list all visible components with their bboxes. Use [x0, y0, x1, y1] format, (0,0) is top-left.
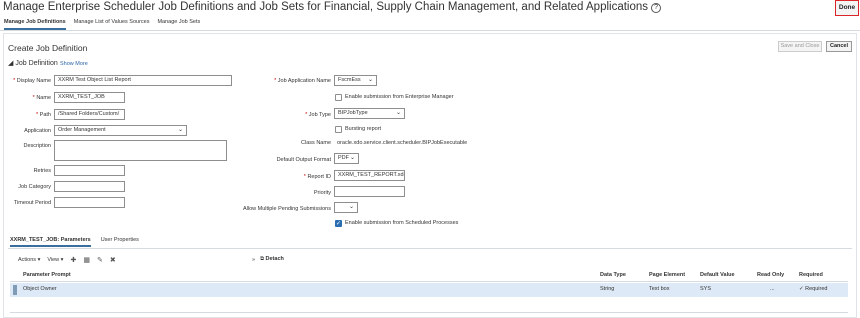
tab-parameters[interactable]: XXRM_TEST_JOB: Parameters — [10, 237, 91, 247]
priority-label: Priority — [313, 190, 331, 196]
allow-multiple-label: Allow Multiple Pending Submissions — [242, 206, 331, 212]
path-input[interactable]: /Shared Folders/Custom/ — [54, 109, 125, 120]
cell-default-value: SYS — [700, 286, 712, 292]
cell-read-only: ... — [770, 286, 775, 292]
application-label: Application — [24, 128, 51, 134]
col-required[interactable]: Required — [799, 269, 823, 282]
add-icon[interactable]: ✚ — [70, 256, 76, 264]
class-name-label: Class Name — [301, 140, 331, 146]
timeout-period-label: Timeout Period — [13, 200, 51, 206]
chevron-down-icon: ⌄ — [395, 110, 401, 116]
detach-button[interactable]: ⧉ Detach — [260, 256, 284, 263]
retries-input[interactable] — [54, 165, 125, 176]
col-parameter-prompt[interactable]: Parameter Prompt — [23, 269, 71, 282]
cell-required: ✓ Required — [799, 286, 828, 292]
allow-multiple-select[interactable]: ⌄ — [334, 202, 358, 213]
bursting-label: Bursting report — [345, 126, 382, 132]
edit-icon[interactable]: ✎ — [97, 256, 103, 264]
delete-icon[interactable]: ✖ — [110, 256, 116, 264]
cancel-button[interactable]: Cancel — [826, 41, 852, 52]
display-name-label: * Display Name — [13, 78, 51, 84]
view-menu[interactable]: View ▾ — [47, 257, 63, 263]
grid-bottom-divider — [10, 312, 848, 313]
grid-header: Parameter Prompt Data Type Page Element … — [10, 269, 848, 282]
detach-label: Detach — [265, 256, 284, 262]
report-id-label: * Report ID — [303, 174, 331, 180]
top-tabs: Manage Job Definitions Manage List of Va… — [4, 19, 200, 30]
cell-prompt: Object Owner — [23, 286, 57, 292]
tab-divider — [0, 30, 860, 31]
chevron-down-icon: ⌄ — [348, 204, 354, 210]
tab-manage-lov-sources[interactable]: Manage List of Values Sources — [74, 19, 150, 30]
tab-user-properties[interactable]: User Properties — [101, 237, 139, 247]
class-name-value: oracle.xdo.service.client.scheduler.BIPJ… — [337, 140, 468, 146]
name-label: * Name — [32, 95, 51, 101]
col-data-type[interactable]: Data Type — [600, 269, 626, 282]
priority-input[interactable] — [334, 186, 405, 197]
application-value: Order Management — [58, 127, 106, 133]
expand-icon[interactable]: » — [252, 257, 255, 263]
done-button[interactable]: Done — [835, 0, 859, 16]
job-type-select[interactable]: BIPJobType ⌄ — [334, 108, 405, 119]
tab-manage-job-sets[interactable]: Manage Job Sets — [157, 19, 200, 30]
detach-area: » ⧉ Detach — [252, 256, 284, 263]
job-application-name-select[interactable]: FscmEss ⌄ — [334, 75, 377, 86]
display-name-input[interactable]: XXRM Test Object List Report — [54, 75, 232, 86]
save-and-close-button[interactable]: Save and Close — [778, 41, 822, 52]
default-output-format-value: PDF — [338, 155, 349, 161]
help-icon[interactable]: ? — [651, 3, 662, 13]
timeout-period-input[interactable] — [54, 197, 125, 208]
enable-em-checkbox[interactable] — [335, 94, 342, 101]
lower-tab-divider — [8, 248, 852, 249]
application-select[interactable]: Order Management ⌄ — [54, 125, 187, 136]
detach-icon: ⧉ — [260, 256, 264, 262]
default-output-format-label: Default Output Format — [276, 157, 331, 163]
job-category-label: Job Category — [18, 184, 51, 190]
enable-scheduled-label: Enable submission from Scheduled Process… — [345, 220, 459, 226]
enable-scheduled-checkbox[interactable]: ✓ — [335, 220, 342, 227]
tab-manage-job-definitions[interactable]: Manage Job Definitions — [4, 19, 66, 30]
table-row[interactable]: Object Owner String Text box SYS ... ✓ R… — [10, 283, 848, 297]
page-title-text: Manage Enterprise Scheduler Job Definiti… — [3, 1, 649, 13]
description-textarea[interactable] — [54, 140, 227, 161]
retries-label: Retries — [33, 168, 51, 174]
bursting-checkbox[interactable] — [335, 126, 342, 133]
path-label: * Path — [36, 112, 51, 118]
actions-menu[interactable]: Actions ▾ — [18, 257, 40, 263]
job-type-value: BIPJobType — [338, 110, 368, 116]
chevron-down-icon: ⌄ — [367, 77, 373, 83]
row-selector[interactable] — [13, 285, 17, 295]
col-default-value[interactable]: Default Value — [700, 269, 735, 282]
job-category-input[interactable] — [54, 181, 125, 192]
create-title: Create Job Definition — [8, 43, 88, 53]
collapse-icon[interactable]: ◢ — [8, 60, 13, 67]
chevron-down-icon: ⌄ — [349, 155, 355, 161]
job-application-name-label: * Job Application Name — [274, 78, 331, 84]
default-output-format-select[interactable]: PDF ⌄ — [334, 153, 359, 164]
job-definition-label: Job Definition — [15, 60, 58, 67]
cell-page-element: Text box — [649, 286, 670, 292]
name-input[interactable]: XXRM_TEST_JOB — [54, 92, 125, 103]
cell-data-type: String — [600, 286, 615, 292]
lower-tabs: XXRM_TEST_JOB: Parameters User Propertie… — [10, 237, 139, 247]
grid-icon[interactable]: ▦ — [83, 256, 90, 264]
job-type-label: * Job Type — [305, 112, 331, 118]
job-definition-header[interactable]: ◢ Job Definition — [8, 59, 58, 67]
show-more-link[interactable]: Show More — [60, 61, 88, 67]
chevron-down-icon: ⌄ — [177, 127, 183, 133]
report-id-input[interactable]: XXRM_TEST_REPORT.xdo — [334, 170, 405, 181]
col-page-element[interactable]: Page Element — [649, 269, 685, 282]
job-application-name-value: FscmEss — [338, 77, 361, 83]
description-label: Description — [23, 143, 51, 149]
enable-em-label: Enable submission from Enterprise Manage… — [345, 94, 454, 100]
col-read-only[interactable]: Read Only — [757, 269, 784, 282]
grid-toolbar: Actions ▾ View ▾ ✚ ▦ ✎ ✖ — [18, 256, 116, 264]
page-title: Manage Enterprise Scheduler Job Definiti… — [3, 1, 662, 13]
